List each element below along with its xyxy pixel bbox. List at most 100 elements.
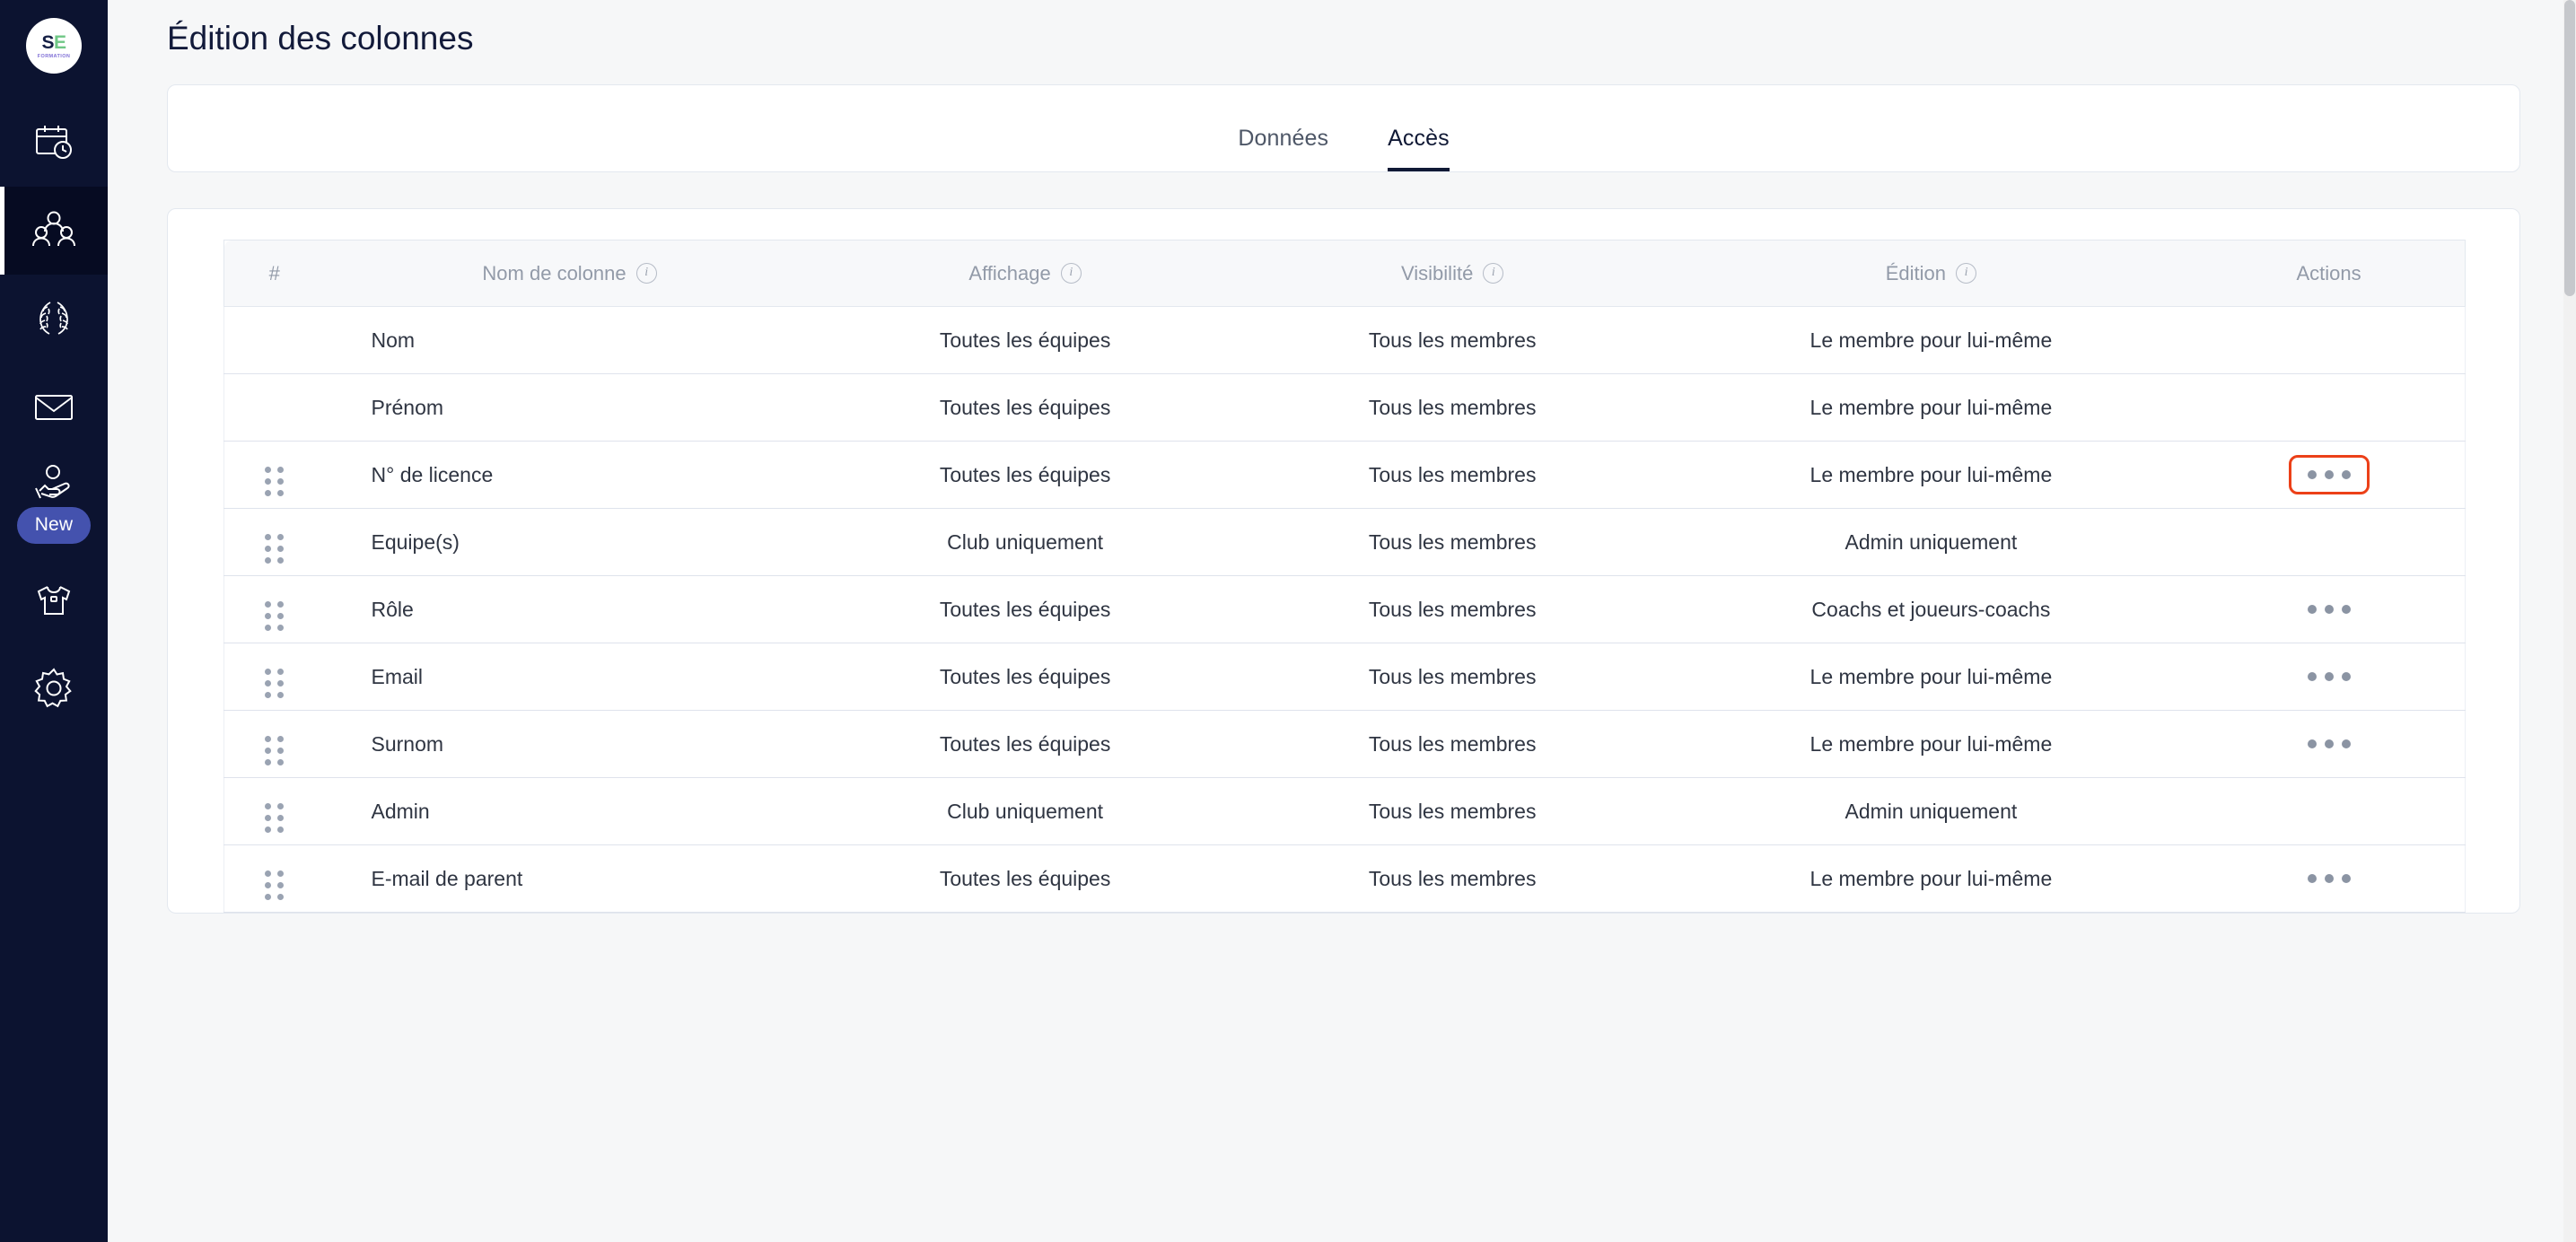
tshirt-icon — [31, 582, 76, 619]
drag-handle-icon[interactable] — [265, 600, 285, 631]
cell-edition: Le membre pour lui-même — [1669, 373, 2194, 442]
tab-acces[interactable]: Accès — [1388, 126, 1450, 171]
table-head: # Nom de colonne i Affichage i Visibilit… — [223, 240, 2466, 307]
header-index-label: # — [268, 261, 280, 284]
cell-column-name: Admin — [324, 777, 815, 845]
table-row: Rôle Toutes les équipes Tous les membres Co… — [223, 575, 2466, 643]
table-row: Equipe(s) Club uniquement Tous les membres… — [223, 508, 2466, 576]
laurel-wreath-icon — [31, 298, 76, 339]
drag-handle-icon[interactable] — [265, 735, 285, 765]
tab-donnees[interactable]: Données — [1238, 126, 1328, 171]
info-icon[interactable]: i — [1483, 263, 1504, 284]
info-icon[interactable]: i — [635, 263, 657, 284]
page-scrollbar[interactable] — [2563, 0, 2576, 1242]
cell-edition: Le membre pour lui-même — [1669, 643, 2194, 711]
row-actions-menu-button[interactable] — [2289, 657, 2370, 696]
cell-visibilite: Tous les membres — [1235, 643, 1669, 711]
cell-visibilite: Tous les membres — [1235, 508, 1669, 576]
sidebar-item-planning[interactable] — [0, 99, 108, 187]
sidebar-nav: New — [0, 99, 108, 732]
logo-letter-e: E — [54, 31, 66, 53]
cell-actions — [2193, 777, 2466, 845]
tab-list: Données Accès — [1238, 126, 1450, 171]
table-row: Surnom Toutes les équipes Tous les membres… — [223, 710, 2466, 778]
page-title: Édition des colonnes — [167, 20, 474, 57]
table-row: E-mail de parent Toutes les équipes Tous l… — [223, 844, 2466, 913]
sidebar-item-messages[interactable] — [0, 363, 108, 450]
header-affichage: Affichage i — [814, 240, 1236, 307]
drag-handle-icon[interactable] — [265, 533, 285, 564]
cell-actions — [2193, 710, 2466, 778]
logo-subtitle: FORMATION — [37, 53, 71, 59]
cell-edition: Le membre pour lui-même — [1669, 441, 2194, 509]
app-root: SE FORMATION New Édition des colonnes Do… — [0, 0, 2576, 1242]
cell-actions — [2193, 844, 2466, 913]
cell-edition: Le membre pour lui-même — [1669, 710, 2194, 778]
cell-edition: Le membre pour lui-même — [1669, 844, 2194, 913]
sidebar-item-settings[interactable] — [0, 644, 108, 732]
cell-edition: Admin uniquement — [1669, 508, 2194, 576]
row-drag-cell — [223, 373, 325, 442]
header-visibilite: Visibilité i — [1235, 240, 1669, 307]
logo-letter-s: S — [41, 31, 54, 53]
row-actions-menu-button[interactable] — [2289, 859, 2370, 898]
cell-column-name: Email — [324, 643, 815, 711]
table-row: Email Toutes les équipes Tous les membres L… — [223, 643, 2466, 711]
columns-table-card: # Nom de colonne i Affichage i Visibilit… — [167, 208, 2520, 914]
drag-handle-icon[interactable] — [265, 870, 285, 900]
sidebar-item-shop[interactable] — [0, 556, 108, 644]
table-row: Prénom Toutes les équipes Tous les membres… — [223, 373, 2466, 442]
tabs-card: Données Accès — [167, 84, 2520, 172]
cell-edition: Le membre pour lui-même — [1669, 306, 2194, 374]
cell-actions — [2193, 373, 2466, 442]
drag-handle-icon[interactable] — [265, 668, 285, 698]
cell-column-name: Equipe(s) — [324, 508, 815, 576]
cell-visibilite: Tous les membres — [1235, 575, 1669, 643]
cell-affichage: Toutes les équipes — [814, 643, 1236, 711]
people-group-icon — [31, 207, 77, 254]
cell-column-name: N° de licence — [324, 441, 815, 509]
row-actions-menu-button[interactable] — [2289, 724, 2370, 764]
logo-text: SE — [41, 33, 66, 52]
drag-handle-icon[interactable] — [265, 802, 285, 833]
row-actions-menu-button[interactable] — [2288, 455, 2370, 494]
info-icon[interactable]: i — [1956, 263, 1977, 284]
cell-edition: Admin uniquement — [1669, 777, 2194, 845]
cell-visibilite: Tous les membres — [1235, 306, 1669, 374]
cell-affichage: Toutes les équipes — [814, 575, 1236, 643]
header-actions-label: Actions — [2296, 261, 2361, 284]
calendar-clock-icon — [31, 120, 76, 165]
sidebar-item-competitions[interactable] — [0, 275, 108, 363]
columns-table: # Nom de colonne i Affichage i Visibilit… — [223, 240, 2466, 913]
cell-visibilite: Tous les membres — [1235, 710, 1669, 778]
cell-column-name: Prénom — [324, 373, 815, 442]
info-icon[interactable]: i — [1060, 263, 1082, 284]
header-visibilite-label: Visibilité — [1401, 261, 1474, 284]
cell-actions — [2193, 575, 2466, 643]
app-logo[interactable]: SE FORMATION — [26, 18, 82, 74]
header-column-name: Nom de colonne i — [324, 240, 815, 307]
row-drag-cell — [223, 508, 325, 576]
row-actions-menu-button[interactable] — [2289, 590, 2370, 629]
cell-column-name: Surnom — [324, 710, 815, 778]
drag-handle-icon[interactable] — [265, 466, 285, 496]
row-drag-cell — [223, 441, 325, 509]
envelope-icon — [31, 389, 76, 424]
sidebar-item-payments[interactable]: New — [0, 450, 108, 556]
main-content: Édition des colonnes Données Accès # Nom… — [108, 0, 2576, 1242]
row-drag-cell — [223, 777, 325, 845]
hand-coin-icon — [31, 464, 77, 502]
table-row: N° de licence Toutes les équipes Tous les … — [223, 441, 2466, 509]
row-drag-cell — [223, 643, 325, 711]
scrollbar-thumb[interactable] — [2564, 0, 2575, 296]
cell-affichage: Club uniquement — [814, 508, 1236, 576]
table-row: Admin Club uniquement Tous les membres Admi… — [223, 777, 2466, 845]
cell-visibilite: Tous les membres — [1235, 777, 1669, 845]
row-drag-cell — [223, 844, 325, 913]
row-drag-cell — [223, 710, 325, 778]
header-edition: Édition i — [1669, 240, 2194, 307]
cell-visibilite: Tous les membres — [1235, 844, 1669, 913]
cell-actions — [2193, 643, 2466, 711]
cell-affichage: Toutes les équipes — [814, 844, 1236, 913]
sidebar-item-members[interactable] — [0, 187, 108, 275]
